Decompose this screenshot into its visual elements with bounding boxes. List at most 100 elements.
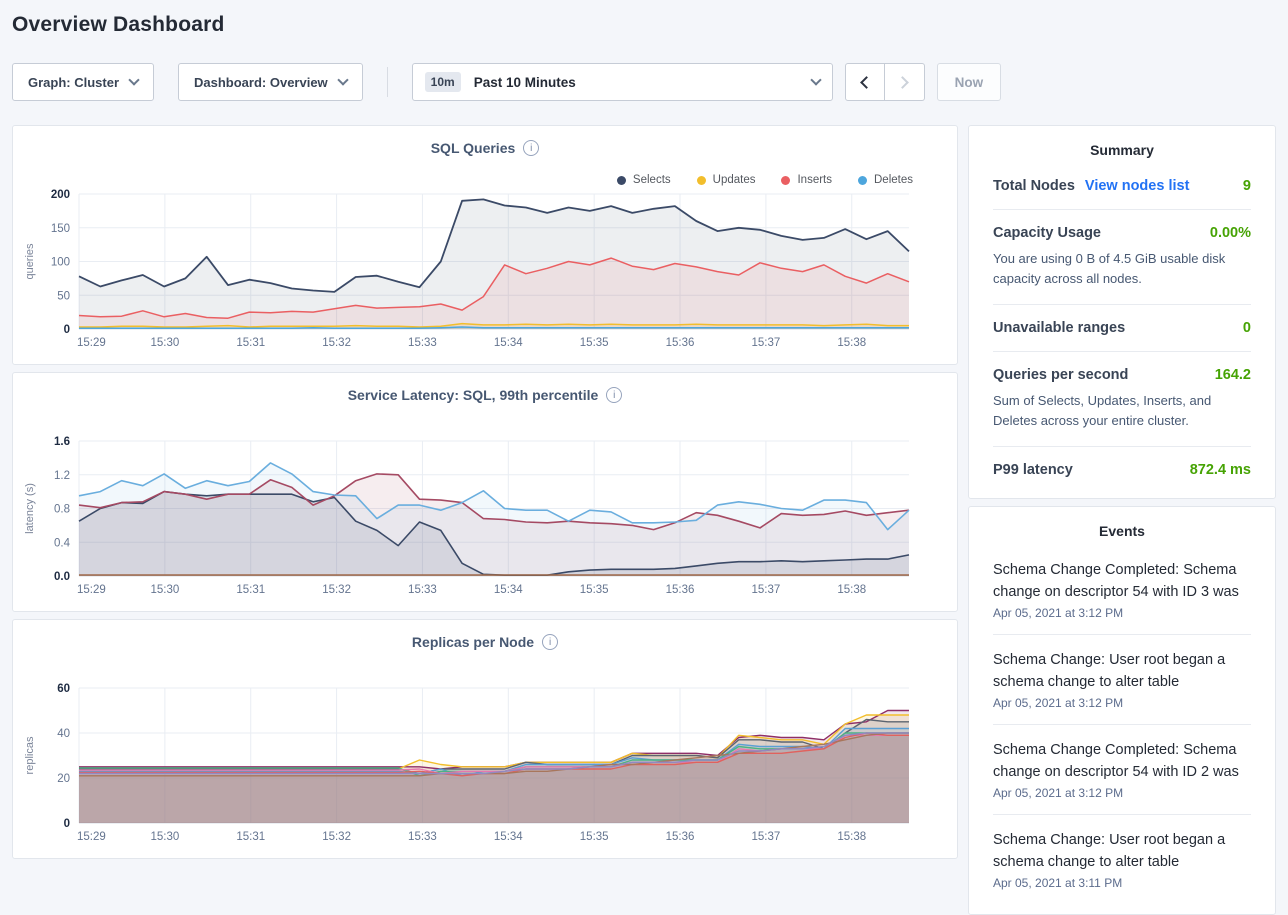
toolbar-divider bbox=[387, 67, 388, 97]
events-list: Schema Change Completed: Schema change o… bbox=[993, 559, 1251, 890]
page: Overview Dashboard Graph: Cluster Dashbo… bbox=[0, 0, 1288, 915]
graph-dropdown[interactable]: Graph: Cluster bbox=[12, 63, 154, 101]
event-item: Schema Change: User root began a schema … bbox=[993, 829, 1251, 890]
summary-panel: Summary Total NodesView nodes list9Capac… bbox=[968, 125, 1276, 499]
time-range-label: Past 10 Minutes bbox=[474, 75, 799, 90]
chevron-down-icon bbox=[337, 74, 348, 85]
y-tick-label: 0.8 bbox=[54, 504, 70, 516]
x-tick-label: 15:34 bbox=[494, 337, 523, 349]
event-text: Schema Change: User root began a schema … bbox=[993, 649, 1251, 693]
summary-value: 9 bbox=[1243, 178, 1251, 194]
event-item: Schema Change Completed: Schema change o… bbox=[993, 559, 1251, 620]
events-panel: Events Schema Change Completed: Schema c… bbox=[968, 506, 1276, 915]
chart-title: Service Latency: SQL, 99th percentile bbox=[348, 387, 599, 403]
summary-label: Capacity Usage bbox=[993, 225, 1101, 241]
x-tick-label: 15:36 bbox=[666, 337, 695, 349]
summary-row-p99-latency: P99 latency872.4 ms bbox=[993, 462, 1251, 478]
summary-rows: Total NodesView nodes list9Capacity Usag… bbox=[993, 178, 1251, 478]
summary-value: 164.2 bbox=[1215, 367, 1251, 383]
x-tick-label: 15:35 bbox=[580, 337, 609, 349]
view-nodes-list-link[interactable]: View nodes list bbox=[1085, 178, 1190, 194]
y-tick-label: 0.4 bbox=[54, 537, 71, 549]
next-range-button[interactable] bbox=[885, 63, 925, 101]
legend-label: Selects bbox=[633, 174, 671, 186]
y-axis-label: replicas bbox=[24, 736, 36, 774]
info-icon[interactable]: i bbox=[606, 387, 622, 403]
x-tick-label: 15:33 bbox=[408, 337, 437, 349]
charts-column: SQL Queries i Selects Updates Inserts Delet… bbox=[12, 125, 958, 866]
x-tick-label: 15:33 bbox=[408, 584, 437, 596]
x-tick-label: 15:31 bbox=[236, 337, 265, 349]
info-icon[interactable]: i bbox=[542, 634, 558, 650]
main-content: SQL Queries i Selects Updates Inserts Delet… bbox=[0, 125, 1288, 915]
now-button[interactable]: Now bbox=[937, 63, 1002, 101]
events-title: Events bbox=[993, 523, 1251, 539]
legend-item-deletes: Deletes bbox=[858, 174, 913, 186]
chevron-left-icon bbox=[860, 76, 873, 89]
chart-title: Replicas per Node bbox=[412, 634, 534, 650]
side-column: Summary Total NodesView nodes list9Capac… bbox=[968, 125, 1276, 915]
event-text: Schema Change Completed: Schema change o… bbox=[993, 559, 1251, 603]
event-timestamp: Apr 05, 2021 at 3:12 PM bbox=[993, 606, 1251, 620]
y-tick-label: 40 bbox=[57, 728, 70, 740]
x-tick-label: 15:29 bbox=[77, 584, 106, 596]
chart-card-replicas-per-node: Replicas per Node i 15:2915:3015:3115:32… bbox=[12, 619, 958, 859]
chart-card-sql-queries: SQL Queries i Selects Updates Inserts Delet… bbox=[12, 125, 958, 365]
summary-row-total-nodes: Total NodesView nodes list9 bbox=[993, 178, 1251, 194]
chart-title-row: Replicas per Node i bbox=[13, 634, 957, 650]
chart-card-service-latency: Service Latency: SQL, 99th percentile i … bbox=[12, 372, 958, 612]
dashboard-dropdown[interactable]: Dashboard: Overview bbox=[178, 63, 363, 101]
y-tick-label: 0 bbox=[64, 324, 70, 336]
event-timestamp: Apr 05, 2021 at 3:12 PM bbox=[993, 696, 1251, 710]
event-timestamp: Apr 05, 2021 at 3:12 PM bbox=[993, 786, 1251, 800]
legend-label: Deletes bbox=[874, 174, 913, 186]
service-latency-chart[interactable]: 15:2915:3015:3115:3215:3315:3415:3515:36… bbox=[13, 373, 957, 611]
summary-value: 0 bbox=[1243, 320, 1251, 336]
summary-title: Summary bbox=[993, 142, 1251, 158]
graph-dropdown-label: Graph: Cluster bbox=[28, 75, 119, 90]
chevron-down-icon bbox=[810, 74, 821, 85]
x-tick-label: 15:33 bbox=[408, 831, 437, 843]
chart-plot-area[interactable] bbox=[79, 441, 909, 576]
chart-plot-area[interactable] bbox=[79, 688, 909, 823]
x-tick-label: 15:29 bbox=[77, 337, 106, 349]
prev-range-button[interactable] bbox=[845, 63, 885, 101]
summary-divider bbox=[993, 446, 1251, 447]
summary-divider bbox=[993, 209, 1251, 210]
x-tick-label: 15:30 bbox=[150, 337, 179, 349]
x-tick-label: 15:38 bbox=[837, 831, 866, 843]
time-range-selector[interactable]: 10m Past 10 Minutes bbox=[412, 63, 833, 101]
chevron-right-icon bbox=[896, 76, 909, 89]
legend-item-inserts: Inserts bbox=[781, 174, 832, 186]
legend-label: Updates bbox=[713, 174, 756, 186]
event-item: Schema Change Completed: Schema change o… bbox=[993, 739, 1251, 800]
info-icon[interactable]: i bbox=[523, 140, 539, 156]
legend-label: Inserts bbox=[797, 174, 832, 186]
summary-note: You are using 0 B of 4.5 GiB usable disk… bbox=[993, 249, 1251, 289]
summary-label: Queries per second bbox=[993, 367, 1128, 383]
y-tick-label: 0 bbox=[64, 818, 70, 830]
legend-item-selects: Selects bbox=[617, 174, 671, 186]
summary-divider bbox=[993, 351, 1251, 352]
event-divider bbox=[993, 724, 1251, 725]
x-tick-label: 15:37 bbox=[752, 337, 781, 349]
time-nav-group bbox=[845, 63, 925, 101]
legend-dot-icon bbox=[617, 176, 626, 185]
summary-row-capacity-usage: Capacity Usage0.00% bbox=[993, 225, 1251, 241]
legend-dot-icon bbox=[697, 176, 706, 185]
summary-label: Unavailable ranges bbox=[993, 320, 1125, 336]
chart-title-row: Service Latency: SQL, 99th percentile i bbox=[13, 387, 957, 403]
x-tick-label: 15:30 bbox=[150, 584, 179, 596]
replicas-per-node-chart[interactable]: 15:2915:3015:3115:3215:3315:3415:3515:36… bbox=[13, 620, 957, 858]
legend-dot-icon bbox=[781, 176, 790, 185]
summary-row-unavailable-ranges: Unavailable ranges 0 bbox=[993, 320, 1251, 336]
sql-queries-chart[interactable]: 15:29 15:30 15:31 15:32 15:33 15:34 15:35 15:36… bbox=[13, 126, 957, 364]
chart-plot-area[interactable] bbox=[79, 194, 909, 329]
chart-title: SQL Queries bbox=[431, 140, 516, 156]
page-title: Overview Dashboard bbox=[0, 0, 1288, 37]
chart-legend: Selects Updates Inserts Deletes bbox=[617, 174, 913, 186]
event-divider bbox=[993, 634, 1251, 635]
x-tick-label: 15:32 bbox=[322, 337, 351, 349]
x-tick-label: 15:36 bbox=[666, 584, 695, 596]
y-tick-label: 100 bbox=[51, 257, 70, 269]
